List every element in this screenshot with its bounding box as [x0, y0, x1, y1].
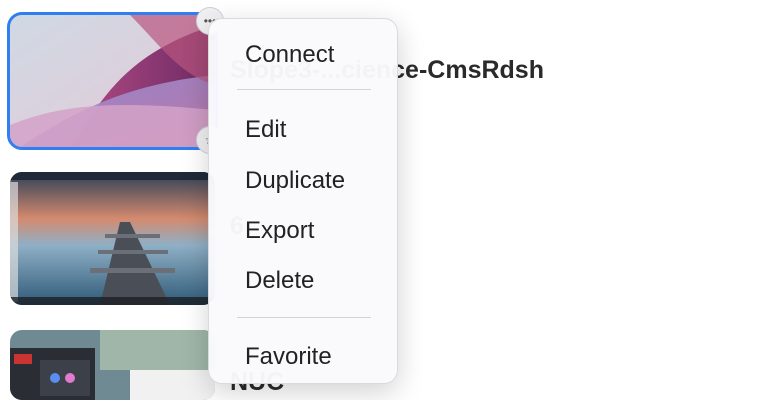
- menu-separator: [237, 89, 371, 90]
- menu-item-export[interactable]: Export: [245, 217, 314, 245]
- connection-thumbnail-2[interactable]: [10, 172, 215, 305]
- menu-item-delete[interactable]: Delete: [245, 267, 314, 295]
- context-menu: Connect Edit Duplicate Export Delete Fav…: [208, 18, 398, 384]
- menu-item-edit[interactable]: Edit: [245, 116, 286, 144]
- menu-item-duplicate[interactable]: Duplicate: [245, 167, 345, 195]
- wallpaper-waves-image: [10, 15, 215, 147]
- connection-thumbnail-3[interactable]: [10, 330, 215, 400]
- menu-separator: [237, 317, 371, 318]
- connection-thumbnail-1[interactable]: [7, 12, 218, 150]
- wallpaper-desktop-image: [10, 330, 215, 400]
- menu-item-connect[interactable]: Connect: [245, 41, 334, 69]
- wallpaper-pier-image: [10, 172, 215, 305]
- menu-item-favorite[interactable]: Favorite: [245, 343, 332, 371]
